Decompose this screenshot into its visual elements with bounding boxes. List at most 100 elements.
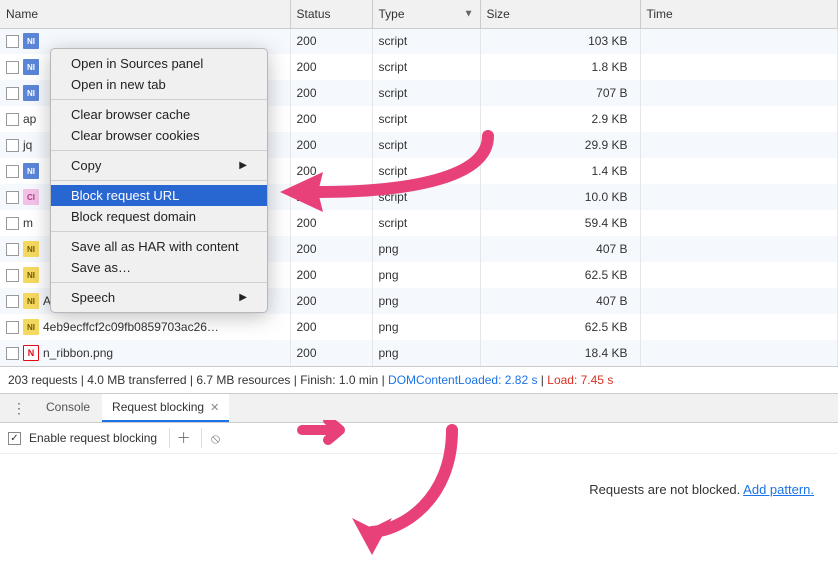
time-cell <box>640 54 838 80</box>
row-checkbox[interactable] <box>6 61 19 74</box>
row-checkbox[interactable] <box>6 191 19 204</box>
favicon: NI <box>23 59 39 75</box>
status-cell: 200 <box>290 340 372 366</box>
enable-blocking-checkbox[interactable]: ✓ <box>8 432 21 445</box>
row-checkbox[interactable] <box>6 139 19 152</box>
row-checkbox[interactable] <box>6 347 19 360</box>
type-cell: script <box>372 184 480 210</box>
status-cell: 200 <box>290 158 372 184</box>
row-checkbox[interactable] <box>6 243 19 256</box>
status-cell: 200 <box>290 106 372 132</box>
clear-patterns-icon[interactable]: ⦸ <box>201 428 221 448</box>
row-checkbox[interactable] <box>6 113 19 126</box>
close-icon[interactable]: ✕ <box>210 401 219 414</box>
request-name: jq <box>23 138 32 152</box>
row-checkbox[interactable] <box>6 35 19 48</box>
status-cell: 200 <box>290 262 372 288</box>
ctx-clear-cookies[interactable]: Clear browser cookies <box>51 125 267 146</box>
status-bar: 203 requests | 4.0 MB transferred | 6.7 … <box>0 366 838 393</box>
size-cell: 29.9 KB <box>480 132 640 158</box>
request-name: 4eb9ecffcf2c09fb0859703ac26… <box>43 320 219 334</box>
ctx-copy[interactable]: Copy▶ <box>51 155 267 176</box>
time-cell <box>640 80 838 106</box>
row-checkbox[interactable] <box>6 165 19 178</box>
type-cell: script <box>372 80 480 106</box>
time-cell <box>640 158 838 184</box>
time-cell <box>640 132 838 158</box>
time-cell <box>640 236 838 262</box>
col-header-status[interactable]: Status <box>290 0 372 28</box>
tab-console[interactable]: Console <box>36 394 100 422</box>
ctx-speech[interactable]: Speech▶ <box>51 287 267 308</box>
status-cell: 200 <box>290 184 372 210</box>
request-name: n_ribbon.png <box>43 346 113 360</box>
row-checkbox[interactable] <box>6 321 19 334</box>
drawer-menu-icon[interactable]: ⋮ <box>4 401 34 415</box>
time-cell <box>640 28 838 54</box>
load-time: Load: 7.45 s <box>547 373 613 387</box>
type-cell: script <box>372 158 480 184</box>
col-header-size[interactable]: Size <box>480 0 640 28</box>
favicon: NI <box>23 267 39 283</box>
status-cell: 200 <box>290 210 372 236</box>
add-pattern-icon[interactable]: ＋ <box>169 428 189 448</box>
request-name: m <box>23 216 33 230</box>
favicon: NI <box>23 319 39 335</box>
type-cell: png <box>372 262 480 288</box>
row-checkbox[interactable] <box>6 217 19 230</box>
time-cell <box>640 262 838 288</box>
request-name: ap <box>23 112 36 126</box>
status-cell: 200 <box>290 132 372 158</box>
size-cell: 1.8 KB <box>480 54 640 80</box>
col-header-time[interactable]: Time <box>640 0 838 28</box>
type-cell: png <box>372 288 480 314</box>
time-cell <box>640 210 838 236</box>
table-row[interactable]: NI4eb9ecffcf2c09fb0859703ac26…200png62.5… <box>0 314 838 340</box>
ctx-block-url[interactable]: Block request URL <box>51 185 267 206</box>
type-cell: script <box>372 54 480 80</box>
favicon: N <box>23 345 39 361</box>
size-cell: 407 B <box>480 236 640 262</box>
tab-request-blocking[interactable]: Request blocking✕ <box>102 394 229 422</box>
blocking-empty-message: Requests are not blocked. Add pattern. <box>0 454 838 497</box>
time-cell <box>640 340 838 366</box>
size-cell: 18.4 KB <box>480 340 640 366</box>
col-header-name[interactable]: Name <box>0 0 290 28</box>
status-cell: 200 <box>290 28 372 54</box>
type-cell: script <box>372 132 480 158</box>
type-cell: script <box>372 28 480 54</box>
status-cell: 200 <box>290 54 372 80</box>
favicon: NI <box>23 33 39 49</box>
ctx-block-domain[interactable]: Block request domain <box>51 206 267 227</box>
table-row[interactable]: Nn_ribbon.png200png18.4 KB <box>0 340 838 366</box>
ctx-open-new-tab[interactable]: Open in new tab <box>51 74 267 95</box>
ctx-clear-cache[interactable]: Clear browser cache <box>51 104 267 125</box>
ctx-save-as[interactable]: Save as… <box>51 257 267 278</box>
favicon: NI <box>23 163 39 179</box>
row-checkbox[interactable] <box>6 295 19 308</box>
size-cell: 407 B <box>480 288 640 314</box>
time-cell <box>640 106 838 132</box>
row-checkbox[interactable] <box>6 87 19 100</box>
col-header-type[interactable]: Type▼ <box>372 0 480 28</box>
ctx-save-har[interactable]: Save all as HAR with content <box>51 236 267 257</box>
status-cell: 200 <box>290 236 372 262</box>
row-checkbox[interactable] <box>6 269 19 282</box>
favicon: CI <box>23 189 39 205</box>
dcl-time: DOMContentLoaded: 2.82 s <box>388 373 537 387</box>
type-cell: script <box>372 210 480 236</box>
status-cell: 200 <box>290 314 372 340</box>
status-cell: 200 <box>290 288 372 314</box>
time-cell <box>640 184 838 210</box>
size-cell: 59.4 KB <box>480 210 640 236</box>
size-cell: 103 KB <box>480 28 640 54</box>
status-cell: 200 <box>290 80 372 106</box>
drawer-tabs: ⋮ Console Request blocking✕ <box>0 393 838 423</box>
favicon: NI <box>23 293 39 309</box>
context-menu: Open in Sources panel Open in new tab Cl… <box>50 48 268 313</box>
sort-desc-icon: ▼ <box>464 8 474 19</box>
add-pattern-link[interactable]: Add pattern. <box>743 482 814 497</box>
ctx-open-sources[interactable]: Open in Sources panel <box>51 53 267 74</box>
size-cell: 707 B <box>480 80 640 106</box>
size-cell: 62.5 KB <box>480 314 640 340</box>
